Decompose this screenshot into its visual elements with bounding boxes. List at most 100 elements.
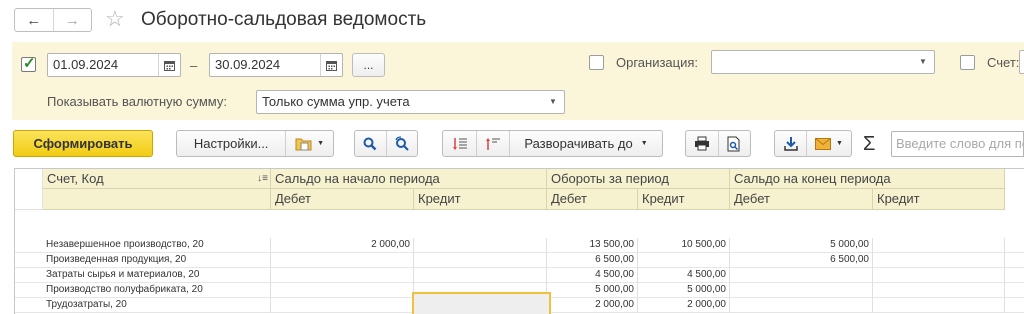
header-closing-debit: Дебет	[730, 189, 873, 210]
row-indent-column	[15, 169, 43, 210]
variants-button[interactable]: ▼	[285, 131, 333, 156]
cell-closing-credit[interactable]	[873, 268, 1005, 283]
print-button[interactable]	[686, 131, 718, 156]
search-group	[354, 130, 418, 157]
generate-button[interactable]: Сформировать	[13, 130, 153, 157]
expand-list-icon	[486, 137, 500, 150]
cell-turnover-credit[interactable]	[638, 253, 730, 268]
chevron-down-icon: ▼	[836, 140, 843, 147]
organization-checkbox[interactable]	[589, 55, 604, 70]
cell-account[interactable]: Производство полуфабриката, 20	[43, 283, 271, 298]
cell-closing-credit[interactable]	[873, 253, 1005, 268]
expand-to-button[interactable]: Разворачивать до ▼	[509, 131, 662, 156]
period-from-field[interactable]: 01.09.2024	[47, 53, 181, 77]
period-to-field[interactable]: 30.09.2024	[209, 53, 343, 77]
favorite-star-icon[interactable]: ☆	[105, 6, 125, 32]
selected-cell[interactable]	[412, 292, 551, 314]
header-opening-balance: Сальдо на начало периода	[271, 169, 547, 189]
preview-button[interactable]	[717, 131, 751, 156]
header-closing-balance: Сальдо на конец периода	[730, 169, 1005, 189]
cell-turnover-credit[interactable]: 4 500,00	[638, 268, 730, 283]
cell-opening-credit[interactable]	[414, 268, 547, 283]
cell-turnover-debit[interactable]: 4 500,00	[547, 268, 638, 283]
account-checkbox[interactable]	[960, 55, 975, 70]
settings-group: Настройки... ▼	[176, 130, 334, 157]
header-opening-debit: Дебет	[271, 189, 414, 210]
find-next-button[interactable]	[385, 131, 418, 156]
cell-opening-credit[interactable]	[414, 253, 547, 268]
organization-dropdown-icon[interactable]: ▼	[912, 51, 934, 73]
period-from-value: 01.09.2024	[53, 57, 119, 72]
forward-icon: →	[64, 11, 80, 29]
organization-field[interactable]: ▼	[711, 50, 935, 74]
header-account-label: Счет, Код	[47, 171, 104, 186]
chevron-down-icon: ▼	[317, 140, 325, 147]
cell-account[interactable]: Незавершенное производство, 20	[43, 238, 271, 253]
report-table: Счет, Код ↓≡ Сальдо на начало периода Об…	[14, 168, 1024, 314]
cell-opening-debit[interactable]: 2 000,00	[271, 238, 414, 253]
header-turnover: Обороты за период	[547, 169, 730, 189]
period-to-value: 30.09.2024	[215, 57, 281, 72]
period-checkbox[interactable]	[21, 54, 36, 72]
cell-closing-debit[interactable]	[730, 268, 873, 283]
download-icon	[783, 137, 798, 151]
print-group	[685, 130, 751, 157]
header-closing-credit: Кредит	[873, 189, 1005, 210]
search-input[interactable]: Введите слово для поиска	[891, 131, 1024, 157]
currency-select[interactable]: Только сумма упр. учета ▼	[256, 90, 565, 114]
cell-turnover-debit[interactable]: 2 000,00	[547, 298, 638, 313]
save-button[interactable]	[775, 131, 806, 156]
chevron-down-icon: ▼	[640, 140, 648, 147]
folder-icon	[295, 138, 312, 150]
header-opening-credit: Кредит	[414, 189, 547, 210]
cell-closing-debit[interactable]: 5 000,00	[730, 238, 873, 253]
expand-to-label: Разворачивать до	[524, 136, 633, 151]
cell-turnover-credit[interactable]: 2 000,00	[638, 298, 730, 313]
currency-label: Показывать валютную сумму:	[47, 94, 228, 109]
expand-button[interactable]	[476, 131, 509, 156]
calendar-from-button[interactable]	[158, 54, 180, 76]
back-button[interactable]: ←	[15, 9, 53, 31]
settings-button[interactable]: Настройки...	[177, 131, 285, 156]
cell-closing-debit[interactable]	[730, 298, 873, 313]
search-next-icon	[395, 136, 409, 151]
currency-dropdown-icon[interactable]: ▼	[542, 91, 564, 113]
cell-opening-debit[interactable]	[271, 283, 414, 298]
account-field[interactable]	[1019, 50, 1024, 74]
collapse-button[interactable]	[443, 131, 476, 156]
cell-closing-debit[interactable]: 6 500,00	[730, 253, 873, 268]
page-title: Оборотно-сальдовая ведомость	[141, 9, 427, 30]
grouping-group: Разворачивать до ▼	[442, 130, 663, 157]
cell-opening-debit[interactable]	[271, 253, 414, 268]
cell-account[interactable]: Затраты сырья и материалов, 20	[43, 268, 271, 283]
printer-icon	[694, 136, 709, 151]
cell-opening-credit[interactable]	[414, 238, 547, 253]
calendar-icon	[326, 60, 337, 71]
period-select-button[interactable]: ...	[352, 53, 385, 77]
print-preview-icon	[727, 136, 740, 151]
cell-opening-debit[interactable]	[271, 268, 414, 283]
cell-closing-debit[interactable]	[730, 283, 873, 298]
header-turnover-credit: Кредит	[638, 189, 730, 210]
cell-closing-credit[interactable]	[873, 283, 1005, 298]
cell-account[interactable]: Произведенная продукция, 20	[43, 253, 271, 268]
calendar-to-button[interactable]	[320, 54, 342, 76]
header-account-sub	[43, 189, 271, 210]
cell-turnover-credit[interactable]: 5 000,00	[638, 283, 730, 298]
header-account[interactable]: Счет, Код ↓≡	[43, 169, 271, 189]
find-button[interactable]	[355, 131, 386, 156]
cell-turnover-debit[interactable]: 13 500,00	[547, 238, 638, 253]
cell-closing-credit[interactable]	[873, 238, 1005, 253]
sum-button[interactable]: Σ	[863, 131, 875, 157]
cell-account[interactable]: Трудозатраты, 20	[43, 298, 271, 313]
back-icon: ←	[26, 11, 42, 29]
cell-closing-credit[interactable]	[873, 298, 1005, 313]
cell-turnover-credit[interactable]: 10 500,00	[638, 238, 730, 253]
envelope-icon	[815, 137, 832, 150]
cell-turnover-debit[interactable]: 6 500,00	[547, 253, 638, 268]
search-icon	[363, 137, 377, 150]
cell-turnover-debit[interactable]: 5 000,00	[547, 283, 638, 298]
cell-opening-debit[interactable]	[271, 298, 414, 313]
send-email-button[interactable]: ▼	[806, 131, 851, 156]
forward-button[interactable]: →	[52, 9, 92, 31]
